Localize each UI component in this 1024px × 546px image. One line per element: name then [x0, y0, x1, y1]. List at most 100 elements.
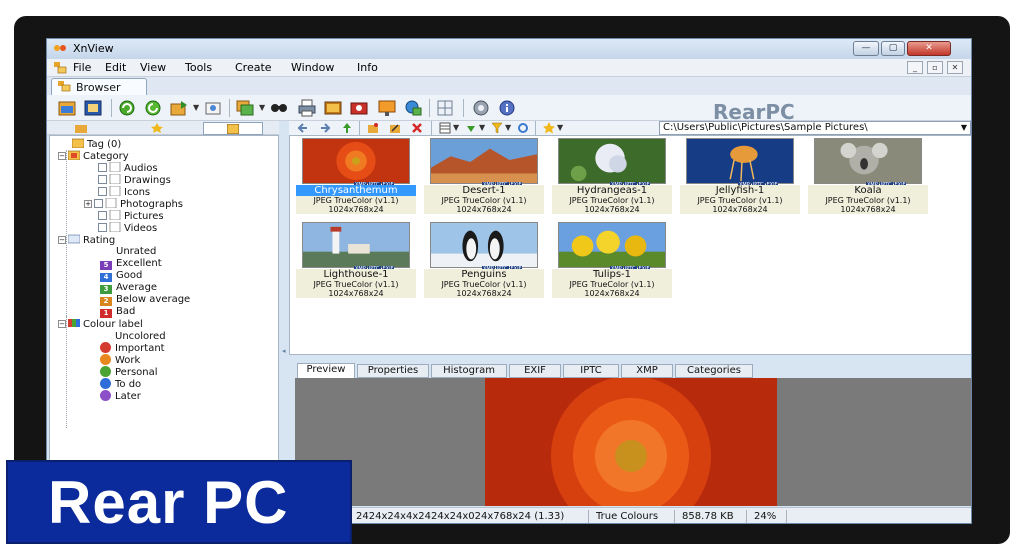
tree-item-category[interactable]: − Category — [58, 150, 129, 162]
tree-item-drawings[interactable]: Drawings — [98, 174, 171, 186]
info-icon[interactable] — [497, 98, 517, 118]
tree-item-videos[interactable]: Videos — [98, 222, 157, 234]
menu-edit[interactable]: Edit — [105, 61, 126, 74]
minimize-button[interactable]: — — [853, 41, 879, 56]
sort-dropdown-icon[interactable]: ▼ — [479, 123, 485, 132]
category-checkbox[interactable] — [98, 223, 107, 232]
tab-preview[interactable]: Preview — [297, 363, 355, 378]
tree-item-work[interactable]: Work — [100, 354, 140, 366]
tab-folders[interactable] — [51, 122, 111, 135]
menu-window[interactable]: Window — [291, 61, 334, 74]
tab-properties[interactable]: Properties — [357, 364, 429, 378]
find-icon[interactable] — [269, 98, 289, 118]
forward-arrow-icon[interactable] — [319, 122, 331, 134]
sync-icon[interactable] — [517, 122, 529, 134]
tab-iptc[interactable]: IPTC — [563, 364, 619, 378]
slideshow-icon[interactable] — [323, 98, 343, 118]
view-mode-dropdown-icon[interactable]: ▼ — [453, 123, 459, 132]
tree-item-personal[interactable]: Personal — [100, 366, 158, 378]
category-checkbox[interactable] — [98, 211, 107, 220]
tab-xmp[interactable]: XMP — [621, 364, 673, 378]
thumbnail-item[interactable]: XMPIPTCEXIF Koala JPEG TrueColor (v1.1) … — [808, 136, 928, 214]
tree-item-important[interactable]: Important — [100, 342, 165, 354]
thumbnail-item[interactable]: XMPIPTCEXIF Penguins JPEG TrueColor (v1.… — [424, 220, 544, 298]
tree-item-photographs[interactable]: + Photographs — [84, 198, 183, 210]
vertical-splitter[interactable]: ◂ ▸ — [280, 121, 288, 515]
thumbnail-item[interactable]: XMPIPTCEXIF Jellyfish-1 JPEG TrueColor (… — [680, 136, 800, 214]
open-folder-icon[interactable] — [57, 98, 77, 118]
back-arrow-icon[interactable] — [297, 122, 309, 134]
tree-item-tag[interactable]: Tag (0) — [72, 138, 121, 150]
new-folder-icon[interactable] — [367, 122, 379, 134]
tree-item-icons[interactable]: Icons — [98, 186, 150, 198]
batch-dropdown-icon[interactable]: ▼ — [259, 103, 265, 112]
convert-icon[interactable] — [203, 98, 223, 118]
tab-categories[interactable] — [203, 122, 263, 135]
horizontal-splitter[interactable] — [289, 355, 971, 363]
move-to-dropdown-icon[interactable]: ▼ — [193, 103, 199, 112]
tab-categories[interactable]: Categories — [675, 364, 753, 378]
menu-info[interactable]: Info — [357, 61, 378, 74]
tree-item-audios[interactable]: Audios — [98, 162, 158, 174]
fullscreen-icon[interactable] — [83, 98, 103, 118]
tree-item-todo[interactable]: To do — [100, 378, 141, 390]
tree-item-pictures[interactable]: Pictures — [98, 210, 164, 222]
rename-icon[interactable] — [389, 122, 401, 134]
tab-histogram[interactable]: Histogram — [431, 364, 507, 378]
filter-icon[interactable] — [491, 122, 503, 134]
tree-item-unrated[interactable]: Unrated — [100, 246, 156, 258]
sort-icon[interactable] — [465, 122, 477, 134]
category-checkbox[interactable] — [98, 175, 107, 184]
web-page-icon[interactable] — [377, 98, 397, 118]
move-to-icon[interactable] — [169, 98, 189, 118]
mdi-minimize-button[interactable]: _ — [907, 61, 923, 74]
menu-file[interactable]: File — [73, 61, 91, 74]
print-icon[interactable] — [297, 98, 317, 118]
menu-view[interactable]: View — [140, 61, 166, 74]
batch-icon[interactable] — [235, 98, 255, 118]
mdi-restore-button[interactable]: ▫ — [927, 61, 943, 74]
menu-tools[interactable]: Tools — [185, 61, 212, 74]
settings-icon[interactable] — [471, 98, 491, 118]
refresh-icon[interactable] — [117, 98, 137, 118]
parent-folder-icon[interactable] — [341, 122, 353, 134]
collapse-icon[interactable]: − — [58, 320, 66, 328]
capture-icon[interactable] — [349, 98, 369, 118]
splitter-grip-icon[interactable]: ◂ — [282, 347, 286, 357]
collapse-icon[interactable]: − — [58, 152, 66, 160]
tree-item-later[interactable]: Later — [100, 390, 141, 402]
thumbnail-item[interactable]: XMPIPTCEXIF Hydrangeas-1 JPEG TrueColor … — [552, 136, 672, 214]
tab-favorites[interactable] — [127, 122, 187, 135]
tree-item-excellent[interactable]: 5 Excellent — [100, 258, 162, 270]
tree-item-below-average[interactable]: 2 Below average — [100, 294, 190, 306]
tab-exif[interactable]: EXIF — [509, 364, 561, 378]
refresh-alt-icon[interactable] — [143, 98, 163, 118]
tree-item-good[interactable]: 4 Good — [100, 270, 142, 282]
thumbnail-item[interactable]: XMPIPTCEXIF Tulips-1 JPEG TrueColor (v1.… — [552, 220, 672, 298]
chrysanthemum-preview-image[interactable] — [485, 378, 777, 506]
path-dropdown-icon[interactable]: ▼ — [961, 122, 967, 134]
tree-item-colour-label[interactable]: − Colour label — [58, 318, 143, 330]
globe-icon[interactable] — [403, 98, 423, 118]
expand-icon[interactable]: + — [84, 200, 92, 208]
menu-create[interactable]: Create — [235, 61, 272, 74]
close-button[interactable]: ✕ — [907, 41, 951, 56]
delete-icon[interactable] — [411, 122, 423, 134]
thumbnail-item[interactable]: XMPIPTCEXIF Desert-1 JPEG TrueColor (v1.… — [424, 136, 544, 214]
tab-browser[interactable]: Browser — [51, 78, 147, 95]
thumbnail-item[interactable]: XMPIPTCEXIF Chrysanthemum JPEG TrueColor… — [296, 136, 416, 214]
view-mode-icon[interactable] — [439, 122, 451, 134]
mdi-close-button[interactable]: ✕ — [947, 61, 963, 74]
tree-item-average[interactable]: 3 Average — [100, 282, 157, 294]
favorite-dropdown-icon[interactable]: ▼ — [557, 123, 563, 132]
maximize-button[interactable]: ▢ — [881, 41, 905, 56]
thumbnail-item[interactable]: XMPIPTCEXIF Lighthouse-1 JPEG TrueColor … — [296, 220, 416, 298]
category-checkbox[interactable] — [98, 163, 107, 172]
tree-item-bad[interactable]: 1 Bad — [100, 306, 135, 318]
grid-icon[interactable] — [435, 98, 455, 118]
favorite-star-icon[interactable] — [543, 122, 555, 134]
category-checkbox[interactable] — [94, 199, 103, 208]
collapse-icon[interactable]: − — [58, 236, 66, 244]
tree-item-rating[interactable]: − Rating — [58, 234, 115, 246]
tree-item-uncolored[interactable]: Uncolored — [100, 330, 166, 342]
